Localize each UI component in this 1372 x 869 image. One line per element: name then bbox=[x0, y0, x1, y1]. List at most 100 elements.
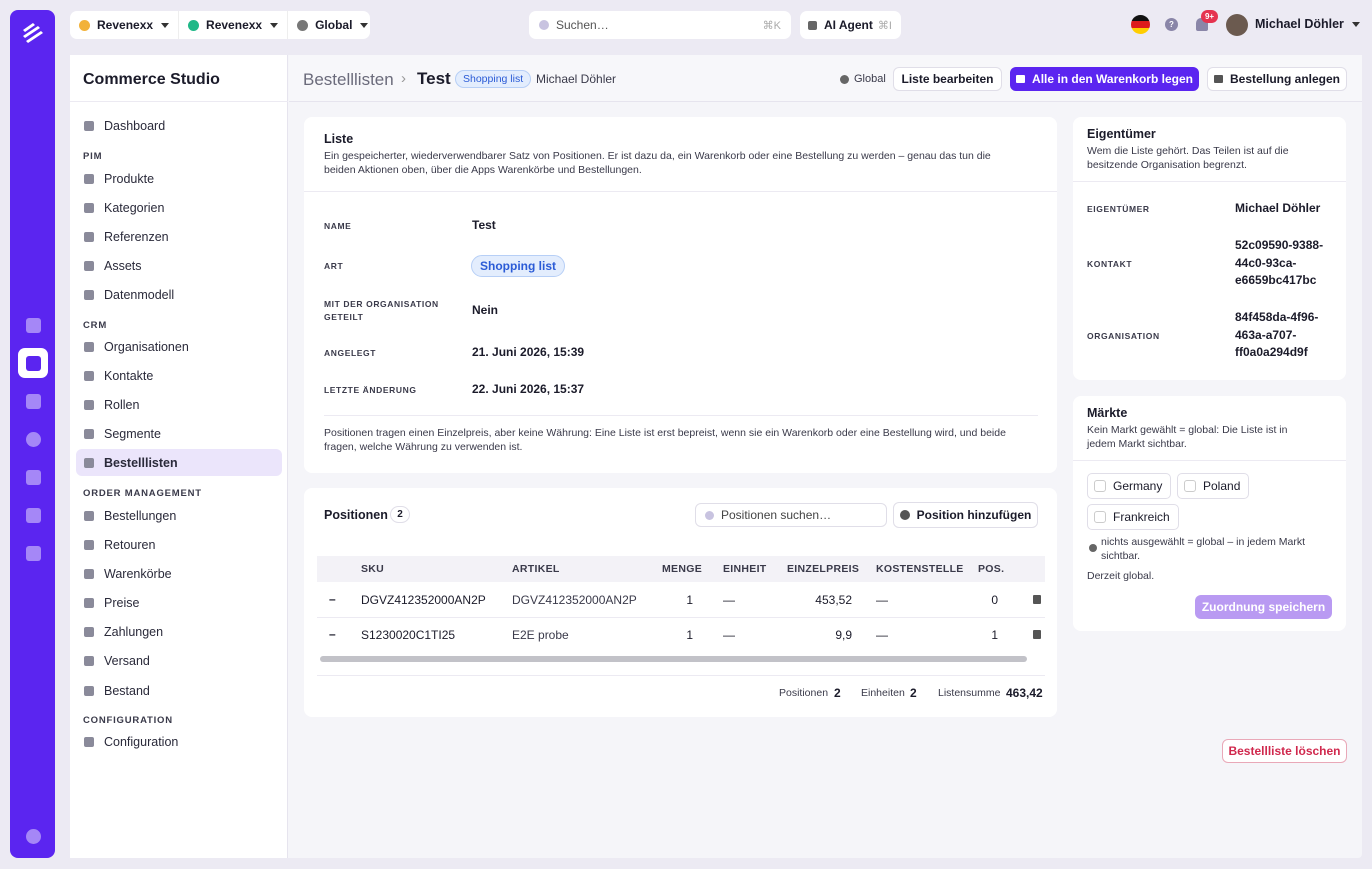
notification-badge: 9+ bbox=[1201, 10, 1218, 23]
create-order-button[interactable]: Bestellung anlegen bbox=[1207, 67, 1347, 91]
sidebar-item-assets[interactable]: Assets bbox=[76, 252, 282, 279]
owner-card: Eigentümer Wem die Liste gehört. Das Tei… bbox=[1073, 117, 1346, 380]
sidebar-item-preise[interactable]: Preise bbox=[76, 589, 282, 616]
bookmark-icon bbox=[84, 457, 94, 468]
owner-value: Michael Döhler bbox=[1235, 201, 1321, 215]
cell-artikel: E2E probe bbox=[512, 628, 569, 642]
global-search-input[interactable]: Suchen… ⌘K bbox=[529, 11, 791, 39]
order-icon bbox=[84, 510, 94, 521]
inventory-icon bbox=[84, 685, 94, 696]
tenant2-select[interactable]: Revenexx bbox=[178, 11, 287, 39]
sidebar-item-retouren[interactable]: Retouren bbox=[76, 531, 282, 558]
help-icon[interactable]: ? bbox=[1165, 18, 1178, 31]
horizontal-scrollbar[interactable] bbox=[320, 656, 1027, 662]
cart-icon bbox=[1213, 75, 1223, 83]
field-name-value: Test bbox=[472, 218, 496, 232]
cell-pos: 1 bbox=[991, 628, 998, 642]
sidebar-item-organisationen[interactable]: Organisationen bbox=[76, 333, 282, 360]
settings-gear-icon[interactable] bbox=[18, 821, 48, 851]
grid-icon bbox=[84, 289, 94, 300]
sidebar-item-bestand[interactable]: Bestand bbox=[76, 677, 282, 704]
sidebar-item-configuration[interactable]: Configuration bbox=[76, 728, 282, 755]
type-tag: Shopping list bbox=[455, 70, 532, 88]
scope-select[interactable]: Global bbox=[287, 11, 377, 39]
ai-agent-button[interactable]: AI Agent ⌘I bbox=[800, 11, 901, 39]
apps-icon[interactable] bbox=[18, 500, 48, 530]
divider bbox=[317, 675, 1045, 676]
language-de-flag-icon[interactable] bbox=[1131, 15, 1150, 34]
tenant1-select[interactable]: Revenexx bbox=[70, 11, 178, 39]
sidebar-item-versand[interactable]: Versand bbox=[76, 647, 282, 674]
add-all-to-cart-button[interactable]: Alle in den Warenkorb legen bbox=[1010, 67, 1199, 91]
market-checkbox-frankreich[interactable]: Frankreich bbox=[1087, 504, 1179, 530]
market-checkbox-germany[interactable]: Germany bbox=[1087, 473, 1172, 499]
users-icon bbox=[84, 428, 94, 439]
divider bbox=[70, 101, 288, 102]
top-bar: Revenexx Revenexx Global Suchen… ⌘K AI A… bbox=[70, 10, 1362, 40]
checkbox-icon bbox=[1184, 480, 1196, 492]
list-details-card: Liste Ein gespeicherter, wiederverwendba… bbox=[304, 117, 1057, 473]
sidebar-item-referenzen[interactable]: Referenzen bbox=[76, 223, 282, 250]
collapse-row-icon[interactable]: – bbox=[329, 592, 336, 606]
building-icon bbox=[84, 341, 94, 352]
sidebar-item-warenkoerbe[interactable]: Warenkörbe bbox=[76, 560, 282, 587]
user-menu[interactable]: Michael Döhler bbox=[1255, 17, 1360, 31]
positions-search-input[interactable]: Positionen suchen… bbox=[695, 503, 887, 527]
truck-icon bbox=[84, 655, 94, 666]
collapse-row-icon[interactable]: – bbox=[329, 627, 336, 641]
app-logo-icon[interactable] bbox=[18, 18, 48, 48]
field-label: MIT DER ORGANISATION GETEILT bbox=[324, 299, 439, 322]
chevron-right-icon: › bbox=[401, 70, 406, 87]
trash-icon[interactable] bbox=[1033, 595, 1041, 604]
globe-icon bbox=[1089, 544, 1097, 552]
sidebar-item-produkte[interactable]: Produkte bbox=[76, 165, 282, 192]
sidebar-item-zahlungen[interactable]: Zahlungen bbox=[76, 618, 282, 645]
footer-positions-label: Positionen bbox=[779, 687, 829, 699]
field-type-badge: Shopping list bbox=[471, 255, 565, 277]
field-label: ORGANISATION bbox=[1087, 331, 1160, 341]
breadcrumb[interactable]: Bestelllisten bbox=[303, 70, 394, 90]
field-label: ANGELEGT bbox=[324, 348, 377, 358]
sidebar-item-datenmodell[interactable]: Datenmodell bbox=[76, 281, 282, 308]
section-pim: PIM bbox=[83, 151, 103, 162]
cube-icon[interactable] bbox=[18, 538, 48, 568]
column-header-kostenstelle: KOSTENSTELLE bbox=[876, 563, 964, 575]
sidebar-item-kategorien[interactable]: Kategorien bbox=[76, 194, 282, 221]
sidebar-item-bestelllisten[interactable]: Bestelllisten bbox=[76, 449, 282, 476]
cell-sku: DGVZ412352000AN2P bbox=[361, 593, 486, 607]
pin-icon[interactable] bbox=[18, 424, 48, 454]
edit-list-button[interactable]: Liste bearbeiten bbox=[893, 67, 1002, 91]
home-icon[interactable] bbox=[18, 310, 48, 340]
contact-id-line: e6659bc417bc bbox=[1235, 273, 1317, 287]
cell-einzelpreis: 9,9 bbox=[835, 628, 852, 642]
sidebar-item-segmente[interactable]: Segmente bbox=[76, 420, 282, 447]
credit-card-icon bbox=[84, 626, 94, 637]
sidebar-item-kontakte[interactable]: Kontakte bbox=[76, 362, 282, 389]
sidebar-item-rollen[interactable]: Rollen bbox=[76, 391, 282, 418]
cell-pos: 0 bbox=[991, 593, 998, 607]
cell-menge: 1 bbox=[686, 593, 693, 607]
sidebar-item-bestellungen[interactable]: Bestellungen bbox=[76, 502, 282, 529]
divider bbox=[324, 415, 1038, 416]
sidebar-item-dashboard[interactable]: Dashboard bbox=[76, 112, 282, 139]
add-position-button[interactable]: Position hinzufügen bbox=[893, 502, 1038, 528]
layers-icon[interactable] bbox=[18, 348, 48, 378]
chart-icon[interactable] bbox=[18, 386, 48, 416]
save-markets-button[interactable]: Zuordnung speichern bbox=[1195, 595, 1332, 619]
trash-icon[interactable] bbox=[1033, 630, 1041, 639]
cell-menge: 1 bbox=[686, 628, 693, 642]
delete-list-button[interactable]: Bestellliste löschen bbox=[1222, 739, 1347, 763]
field-label: LETZTE ÄNDERUNG bbox=[324, 385, 417, 395]
org-id-line: 84f458da-4f96- bbox=[1235, 310, 1319, 324]
contact-icon bbox=[84, 370, 94, 381]
avatar[interactable] bbox=[1226, 14, 1248, 36]
page-title: Test bbox=[417, 69, 451, 88]
image-icon bbox=[84, 260, 94, 271]
bolt-icon[interactable] bbox=[18, 462, 48, 492]
market-checkbox-poland[interactable]: Poland bbox=[1177, 473, 1250, 499]
category-icon bbox=[84, 202, 94, 213]
cart-icon bbox=[84, 568, 94, 579]
chevron-down-icon bbox=[360, 22, 369, 28]
field-label: KONTAKT bbox=[1087, 259, 1133, 269]
markets-hint: nichts ausgewählt = global – in jedem Ma… bbox=[1101, 536, 1305, 562]
